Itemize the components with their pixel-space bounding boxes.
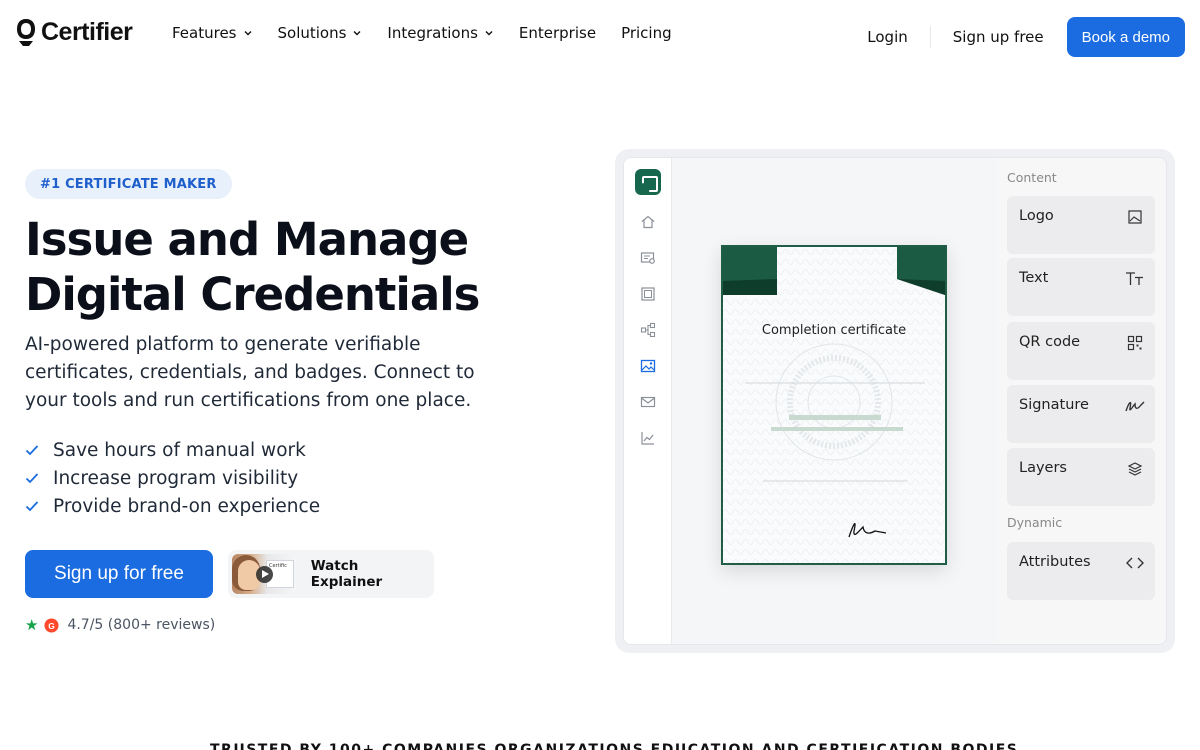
menu-features-label: Features (172, 24, 237, 42)
elements-panel: Content Logo Text QR code Signature Laye… (996, 158, 1166, 644)
signature-icon (1125, 401, 1145, 412)
element-layers[interactable]: Layers (1007, 448, 1155, 506)
signup-link[interactable]: Sign up free (953, 28, 1044, 46)
element-signature[interactable]: Signature (1007, 385, 1155, 443)
menu-pricing[interactable]: Pricing (621, 24, 672, 42)
hero-badge: #1 CERTIFICATE MAKER (25, 169, 232, 199)
menu-integrations[interactable]: Integrations (387, 24, 493, 42)
brand-logo[interactable]: Certifier (15, 17, 133, 47)
editor-sidebar (624, 158, 672, 644)
certificate-artwork (723, 247, 945, 563)
element-text-label: Text (1019, 270, 1049, 286)
benefit-text: Increase program visibility (53, 467, 299, 489)
watch-explainer-button[interactable]: Certific Watch Explainer (228, 550, 434, 598)
panel-dynamic-label: Dynamic (1007, 515, 1063, 530)
text-icon (1126, 272, 1143, 285)
check-icon (25, 501, 39, 512)
certificate-preview[interactable]: Completion certificate (721, 245, 947, 565)
menu-integrations-label: Integrations (387, 24, 478, 42)
hero-title: Issue and Manage Digital Credentials (25, 212, 585, 322)
mail-icon[interactable] (640, 394, 656, 410)
g2-logo-icon: G (44, 617, 59, 633)
certifier-logo-icon (17, 19, 35, 46)
login-link[interactable]: Login (867, 28, 907, 46)
hero-subtitle: AI-powered platform to generate verifiab… (25, 334, 475, 411)
app-logo-icon (635, 169, 661, 195)
check-icon (25, 473, 39, 484)
nav-divider (929, 26, 931, 48)
nav-actions: Login Sign up free Book a demo (867, 17, 1185, 57)
star-icon: ★ (25, 616, 39, 634)
watch-explainer-label: Watch Explainer (310, 558, 383, 590)
element-attributes[interactable]: Attributes (1007, 542, 1155, 600)
benefit-item: Increase program visibility (25, 464, 320, 492)
signup-cta-button[interactable]: Sign up for free (25, 550, 213, 598)
image-icon (1128, 210, 1142, 224)
code-icon (1126, 557, 1144, 569)
workflow-icon[interactable] (640, 322, 656, 338)
hero-title-line-1: Issue and Manage (25, 213, 469, 266)
main-menu: Features Solutions Integrations Enterpri… (172, 24, 697, 42)
check-icon (25, 445, 39, 456)
menu-enterprise-label: Enterprise (518, 24, 597, 42)
element-layers-label: Layers (1019, 460, 1067, 476)
template-icon[interactable] (640, 286, 656, 302)
element-signature-label: Signature (1019, 397, 1089, 413)
svg-text:G: G (49, 620, 56, 630)
image-icon[interactable] (640, 358, 656, 374)
menu-pricing-label: Pricing (621, 24, 672, 42)
panel-content-label: Content (1007, 170, 1057, 185)
play-icon (256, 566, 273, 583)
element-text[interactable]: Text (1007, 258, 1155, 316)
menu-features[interactable]: Features (172, 24, 253, 42)
benefit-item: Provide brand-on experience (25, 492, 320, 520)
chevron-down-icon (244, 31, 251, 36)
element-qr-code-label: QR code (1019, 334, 1081, 350)
rating-text: 4.7/5 (800+ reviews) (67, 617, 216, 633)
trusted-by-heading: TRUSTED BY 100+ COMPANIES ORGANIZATIONS … (210, 742, 1019, 750)
menu-enterprise[interactable]: Enterprise (519, 24, 596, 42)
thumbnail-text: Certific (269, 563, 287, 569)
menu-solutions[interactable]: Solutions (278, 24, 363, 42)
explainer-thumbnail: Certific (232, 554, 296, 594)
top-nav: Certifier Features Solutions Integration… (0, 0, 1200, 70)
benefit-text: Provide brand-on experience (53, 495, 321, 517)
layers-icon (1127, 462, 1143, 476)
element-logo-label: Logo (1019, 208, 1054, 224)
rating: ★ G 4.7/5 (800+ reviews) (25, 616, 215, 634)
element-logo[interactable]: Logo (1007, 196, 1155, 254)
benefit-item: Save hours of manual work (25, 436, 320, 464)
certificate-icon[interactable] (640, 250, 656, 266)
home-icon[interactable] (640, 214, 656, 230)
design-canvas: Completion certificate (672, 158, 996, 644)
menu-solutions-label: Solutions (277, 24, 347, 42)
chevron-down-icon (485, 31, 493, 36)
benefit-list: Save hours of manual work Increase progr… (25, 436, 320, 520)
book-demo-button[interactable]: Book a demo (1066, 17, 1185, 57)
brand-name: Certifier (41, 17, 133, 46)
certificate-title: Completion certificate (761, 323, 907, 338)
app-preview: Completion certificate Content Logo Text… (623, 157, 1167, 645)
element-qr-code[interactable]: QR code (1007, 322, 1155, 380)
qr-code-icon (1127, 335, 1143, 351)
analytics-icon[interactable] (640, 430, 656, 446)
benefit-text: Save hours of manual work (53, 439, 306, 461)
chevron-down-icon (353, 31, 361, 36)
element-attributes-label: Attributes (1019, 554, 1091, 570)
hero-title-line-2: Digital Credentials (25, 268, 480, 321)
